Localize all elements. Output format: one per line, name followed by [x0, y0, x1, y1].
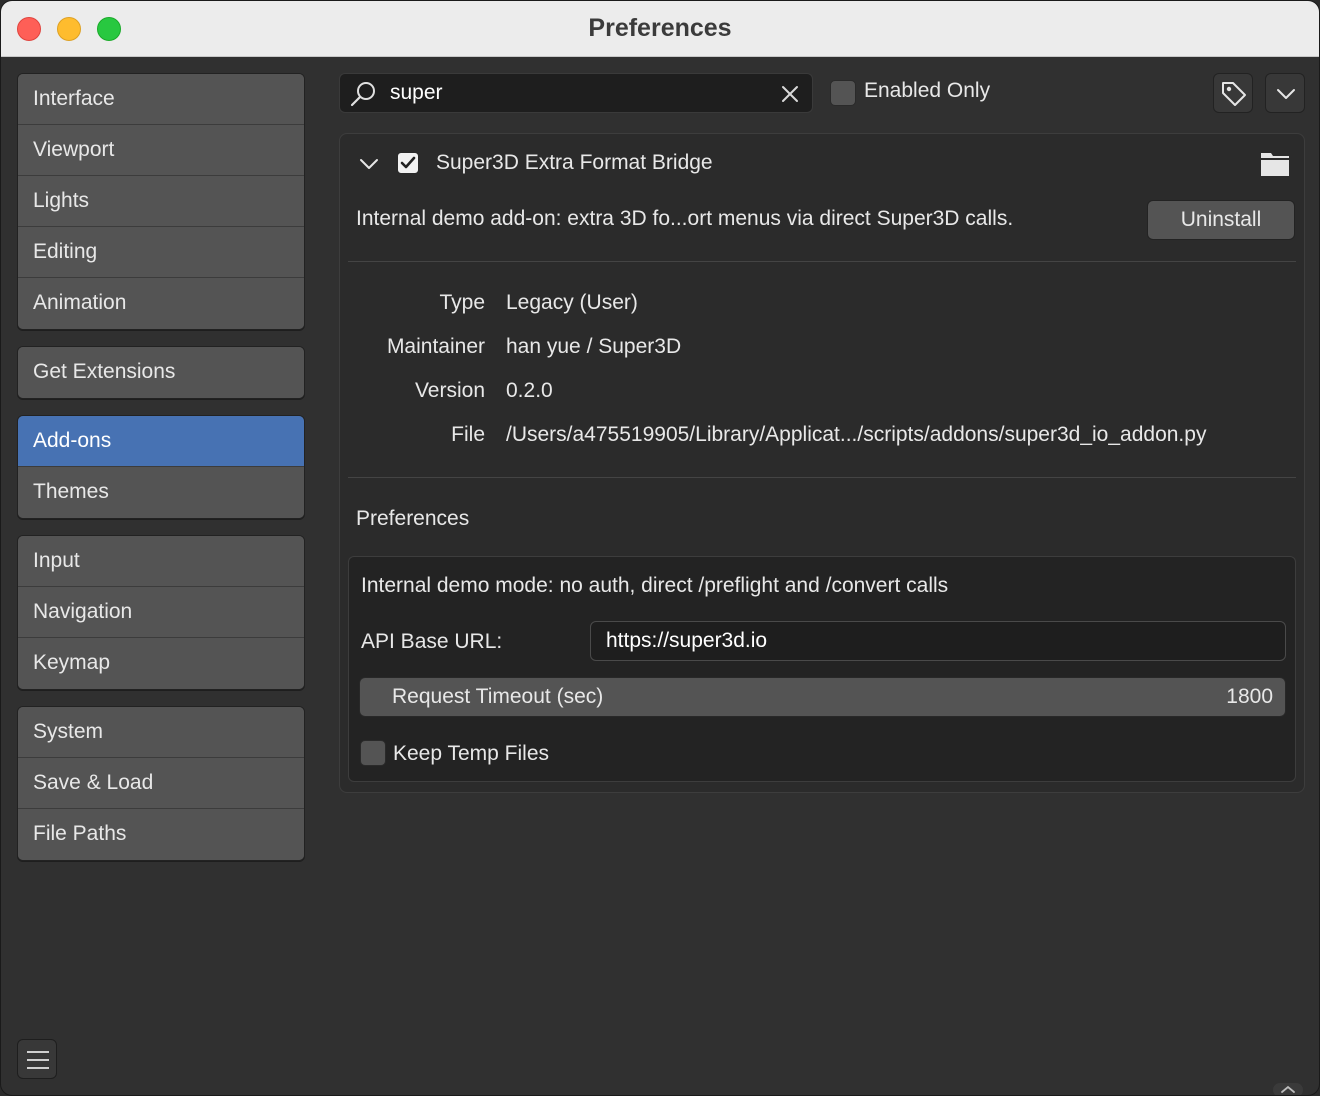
api-base-url-value: https://super3d.io [606, 629, 768, 652]
search-input[interactable]: super [339, 73, 813, 113]
addon-description: Internal demo add-on: extra 3D fo...ort … [356, 207, 1014, 230]
preferences-note: Internal demo mode: no auth, direct /pre… [361, 574, 949, 597]
sidebar-item-viewport[interactable]: Viewport [18, 125, 304, 176]
api-base-url-label: API Base URL: [361, 630, 503, 653]
clear-search-icon[interactable] [778, 82, 802, 106]
enabled-only-checkbox[interactable] [830, 80, 856, 106]
sidebar-item-input[interactable]: Input [18, 536, 304, 587]
expand-chevron-icon[interactable] [356, 151, 382, 177]
version-value: 0.2.0 [506, 379, 553, 402]
addon-enabled-checkbox[interactable] [397, 152, 419, 174]
version-label: Version [414, 379, 485, 402]
chevron-down-icon [1277, 89, 1295, 99]
sidebar-item-file-paths[interactable]: File Paths [18, 809, 304, 860]
request-timeout-value: 1800 [1226, 685, 1273, 708]
sidebar-item-system[interactable]: System [18, 707, 304, 758]
sidebar-item-editing[interactable]: Editing [18, 227, 304, 278]
enabled-only-label: Enabled Only [864, 79, 991, 102]
sidebar-group-input: Input Navigation Keymap [17, 535, 305, 690]
addon-name: Super3D Extra Format Bridge [436, 151, 713, 174]
search-value: super [390, 81, 443, 104]
preferences-section-title: Preferences [356, 507, 470, 530]
sidebar-item-keymap[interactable]: Keymap [18, 638, 304, 689]
maintainer-value: han yue / Super3D [506, 335, 682, 358]
window-title: Preferences [588, 14, 732, 42]
sidebar: Interface Viewport Lights Editing Animat… [17, 73, 305, 877]
divider [348, 261, 1296, 262]
divider [348, 477, 1296, 478]
search-icon [350, 82, 375, 107]
maintainer-label: Maintainer [386, 335, 485, 358]
sidebar-item-lights[interactable]: Lights [18, 176, 304, 227]
sidebar-item-save-load[interactable]: Save & Load [18, 758, 304, 809]
folder-icon[interactable] [1260, 150, 1290, 178]
uninstall-button[interactable]: Uninstall [1147, 200, 1295, 240]
sidebar-item-interface[interactable]: Interface [18, 74, 304, 125]
sidebar-group-addons: Add-ons Themes [17, 415, 305, 519]
tag-icon [1222, 82, 1246, 106]
chevron-up-icon[interactable] [1273, 1081, 1303, 1095]
keep-temp-files-checkbox[interactable] [360, 740, 386, 766]
api-base-url-input[interactable]: https://super3d.io [590, 621, 1286, 661]
sidebar-item-add-ons[interactable]: Add-ons [18, 416, 304, 467]
addon-panel: Super3D Extra Format Bridge Internal dem… [339, 133, 1305, 793]
request-timeout-field[interactable]: Request Timeout (sec) 1800 [359, 677, 1286, 717]
sidebar-item-get-extensions[interactable]: Get Extensions [18, 347, 304, 398]
checkmark-icon [400, 156, 416, 169]
sidebar-item-navigation[interactable]: Navigation [18, 587, 304, 638]
sidebar-item-animation[interactable]: Animation [18, 278, 304, 329]
sidebar-group-extensions: Get Extensions [17, 346, 305, 399]
keep-temp-files-label: Keep Temp Files [393, 742, 550, 765]
file-value: /Users/a475519905/Library/Applicat.../sc… [506, 423, 1207, 446]
sidebar-group-general: Interface Viewport Lights Editing Animat… [17, 73, 305, 330]
sidebar-group-system: System Save & Load File Paths [17, 706, 305, 861]
type-label: Type [439, 291, 485, 314]
title-bar: Preferences [1, 1, 1319, 57]
addon-menu-button[interactable] [1265, 73, 1305, 113]
request-timeout-label: Request Timeout (sec) [392, 685, 604, 708]
filter-tags-button[interactable] [1213, 73, 1253, 113]
addon-preferences-box: Internal demo mode: no auth, direct /pre… [348, 556, 1296, 782]
sidebar-item-themes[interactable]: Themes [18, 467, 304, 518]
file-label: File [451, 423, 485, 446]
preferences-window: Preferences Interface Viewport Lights Ed… [0, 0, 1320, 1096]
menu-icon[interactable] [17, 1039, 57, 1079]
type-value: Legacy (User) [506, 291, 638, 314]
